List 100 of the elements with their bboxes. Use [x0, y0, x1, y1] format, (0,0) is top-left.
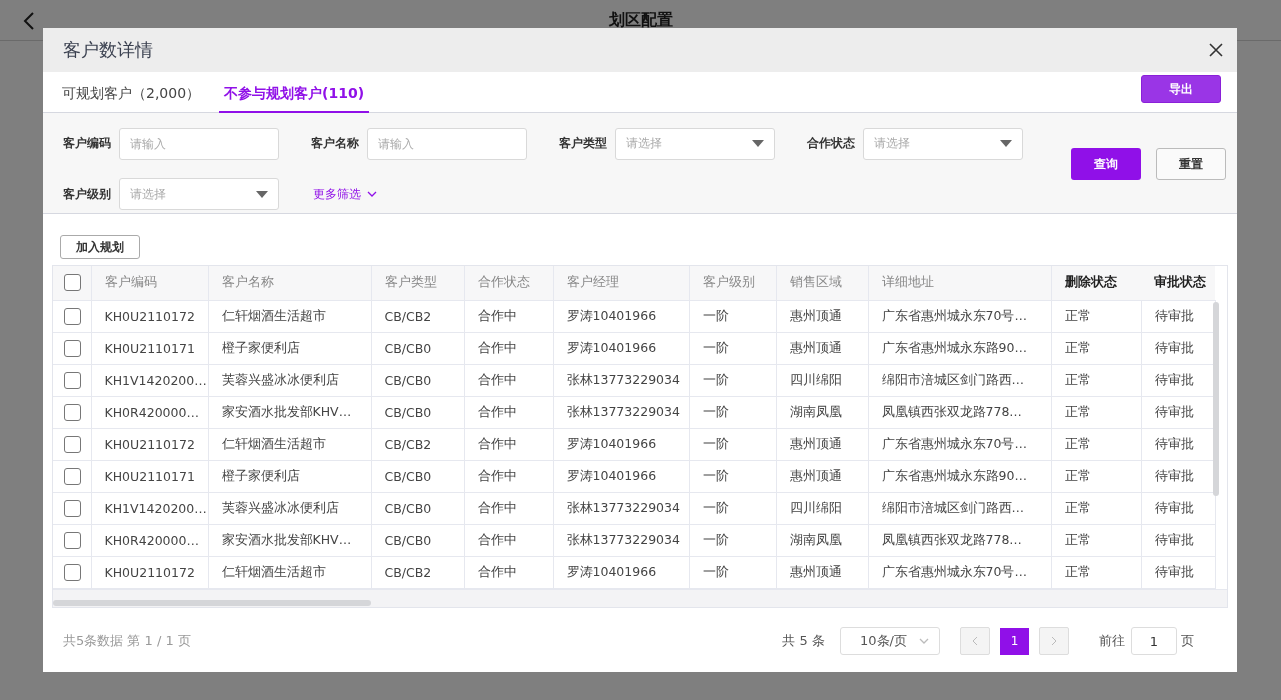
table-cell: KH0R420000… — [104, 532, 199, 548]
column-header: 客户经理 — [566, 274, 619, 290]
table-cell: 广东省惠州城永东路90… — [881, 339, 1027, 355]
goto-page-field[interactable]: 1 — [1131, 627, 1177, 655]
goto-label: 前往 — [1099, 632, 1125, 650]
table-cell: 罗涛10401966 — [566, 467, 657, 483]
table-cell: CB/CB0 — [384, 372, 432, 388]
input-field[interactable]: 请输入 — [367, 127, 527, 160]
table-cell: 正常 — [1064, 403, 1091, 419]
table-cell: 合作中 — [477, 531, 517, 547]
add-to-plan-button[interactable]: 加入规划 — [60, 235, 140, 259]
checkbox[interactable] — [64, 531, 81, 549]
table-cell: 一阶 — [702, 563, 729, 579]
table-cell: 合作中 — [477, 467, 517, 483]
page-number-button[interactable]: 1 — [1000, 627, 1029, 655]
table-cell: KH0U2110171 — [104, 468, 195, 484]
table-cell: KH0U2110172 — [104, 436, 195, 452]
table-cell: 仁轩烟酒生活超市 — [221, 563, 326, 579]
table-cell: 一阶 — [702, 435, 729, 451]
table-cell: 待审批 — [1154, 531, 1194, 547]
table-cell: 待审批 — [1154, 467, 1194, 483]
query-button[interactable]: 查询 — [1071, 148, 1141, 180]
table-cell: KH0U2110172 — [104, 308, 195, 324]
table-cell: 张林13773229034 — [566, 403, 680, 419]
table-cell: 合作中 — [477, 499, 517, 515]
checkbox[interactable] — [64, 307, 81, 325]
dropdown-triangle-icon — [1000, 140, 1012, 148]
vertical-scrollbar[interactable] — [1213, 302, 1219, 496]
table-cell: 一阶 — [702, 403, 729, 419]
table-cell: 合作中 — [477, 435, 517, 451]
table-cell: 待审批 — [1154, 435, 1194, 451]
table-cell: 待审批 — [1154, 339, 1194, 355]
export-button[interactable]: 导出 — [1141, 75, 1221, 103]
table-cell: 正常 — [1064, 371, 1091, 387]
checkbox[interactable] — [64, 371, 81, 389]
dropdown-triangle-icon — [752, 140, 764, 148]
table-cell: 广东省惠州城永东70号… — [881, 435, 1027, 451]
table-cell: 张林13773229034 — [566, 371, 680, 387]
table-cell: CB/CB2 — [384, 436, 432, 452]
table-cell: 罗涛10401966 — [566, 307, 657, 323]
checkbox[interactable] — [64, 467, 81, 485]
table-cell: 正常 — [1064, 307, 1091, 323]
filter-label: 客户类型 — [559, 135, 608, 153]
column-header: 审批状态 — [1154, 274, 1206, 290]
column-header: 客户编码 — [104, 274, 157, 290]
table-cell: 芙蓉兴盛冰冰便利店 — [221, 371, 339, 387]
table-cell: 家安酒水批发部KHV… — [221, 531, 352, 547]
table-cell: 罗涛10401966 — [566, 339, 657, 355]
page-size-select[interactable]: 10条/页 — [840, 627, 940, 655]
filter-label: 客户编码 — [63, 135, 112, 153]
table-cell: 惠州顶通 — [789, 467, 842, 483]
table-cell: KH1V1420200… — [104, 372, 207, 388]
table-cell: 正常 — [1064, 499, 1091, 515]
table-cell: 合作中 — [477, 371, 517, 387]
table-cell: 正常 — [1064, 563, 1091, 579]
input-field[interactable]: 请输入 — [119, 127, 279, 160]
chevron-down-icon — [367, 191, 377, 198]
table-cell: KH1V1420200… — [104, 500, 207, 516]
table-cell: 待审批 — [1154, 563, 1194, 579]
reset-button[interactable]: 重置 — [1156, 148, 1226, 180]
table-cell: 合作中 — [477, 563, 517, 579]
checkbox[interactable] — [64, 499, 81, 517]
table-cell: 橙子家便利店 — [221, 467, 300, 483]
column-header: 详细地址 — [881, 274, 934, 290]
table-cell: CB/CB0 — [384, 532, 432, 548]
filter-label: 客户级别 — [63, 185, 112, 203]
table-cell: 凤凰镇西张双龙路778… — [881, 531, 1022, 547]
table-cell: 合作中 — [477, 403, 517, 419]
dialog-title: 客户数详情 — [63, 38, 153, 62]
page-title: 划区配置 — [608, 9, 673, 31]
tab[interactable]: 可规划客户（2,000） — [57, 85, 206, 113]
table-cell: CB/CB0 — [384, 468, 432, 484]
checkbox[interactable] — [64, 563, 81, 581]
close-icon[interactable] — [1209, 43, 1223, 57]
table-cell: CB/CB0 — [384, 500, 432, 516]
checkbox[interactable] — [64, 339, 81, 357]
column-header: 删除状态 — [1064, 274, 1117, 290]
back-icon[interactable] — [22, 11, 36, 31]
table-cell: 合作中 — [477, 307, 517, 323]
column-header: 客户级别 — [702, 274, 755, 290]
table-cell: 绵阳市涪城区剑门路西… — [881, 499, 1024, 515]
table-cell: 惠州顶通 — [789, 435, 842, 451]
table-cell: 一阶 — [702, 371, 729, 387]
record-summary: 共5条数据 第 1 / 1 页 — [63, 632, 191, 650]
table-cell: KH0R420000… — [104, 404, 199, 420]
dropdown-triangle-icon — [256, 190, 268, 198]
horizontal-scrollbar[interactable] — [53, 600, 371, 606]
column-header: 客户名称 — [221, 274, 274, 290]
table-cell: 一阶 — [702, 339, 729, 355]
checkbox[interactable] — [64, 435, 81, 453]
table-cell: 仁轩烟酒生活超市 — [221, 435, 326, 451]
table-cell: 四川绵阳 — [789, 371, 842, 387]
more-filters-link[interactable]: 更多筛选 — [311, 175, 527, 213]
table-cell: 一阶 — [702, 307, 729, 323]
table-cell: 湖南凤凰 — [789, 403, 842, 419]
table-cell: 张林13773229034 — [566, 499, 680, 515]
table-cell: 罗涛10401966 — [566, 563, 657, 579]
checkbox[interactable] — [64, 274, 81, 292]
checkbox[interactable] — [64, 403, 81, 421]
chevron-right-icon — [1051, 636, 1057, 646]
